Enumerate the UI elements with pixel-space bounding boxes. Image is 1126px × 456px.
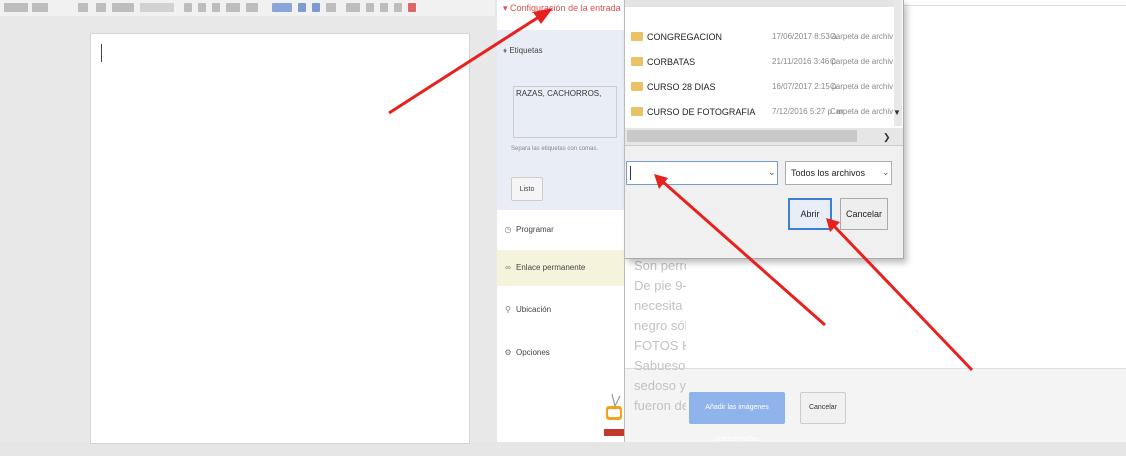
toolbar-button[interactable]	[326, 3, 336, 12]
done-button[interactable]: Listo	[511, 177, 543, 201]
toolbar-button[interactable]	[184, 3, 192, 12]
scroll-right-icon[interactable]: ❯	[883, 132, 891, 143]
text-caret	[630, 166, 631, 180]
toolbar-button[interactable]	[298, 3, 306, 12]
folder-icon	[631, 82, 643, 91]
folder-icon	[631, 32, 643, 41]
editor-toolbar	[0, 0, 495, 17]
sidebar-item-schedule[interactable]: ◷ Programar	[497, 212, 625, 248]
toolbar-button[interactable]	[226, 3, 240, 12]
add-selected-images-button[interactable]: Añadir las imágenes seleccionadas	[689, 392, 785, 443]
toolbar-button[interactable]	[272, 3, 292, 12]
list-item[interactable]: CORBATAS 21/11/2016 3:46 p. Carpeta de a…	[625, 51, 895, 75]
sidebar-item-location[interactable]: ⚲ Ubicación	[497, 292, 625, 328]
labels-hint: Separa las etiquetas con comas.	[511, 146, 599, 152]
open-button[interactable]: Abrir	[788, 198, 832, 230]
location-pin-icon: ⚲	[505, 305, 511, 314]
labels-heading[interactable]: ♦ Etiquetas	[503, 46, 543, 55]
toolbar-button[interactable]	[78, 3, 88, 12]
toolbar-button[interactable]	[380, 3, 388, 12]
toolbar-button[interactable]	[246, 3, 258, 12]
gear-icon: ⚙	[504, 348, 512, 357]
link-icon: ∞	[505, 263, 511, 272]
scroll-down-icon[interactable]: ▼	[893, 108, 901, 117]
toolbar-button[interactable]	[312, 3, 320, 12]
toolbar-button[interactable]	[112, 3, 134, 12]
scrollbar-thumb[interactable]	[627, 130, 857, 142]
post-preview-text: Son perro De pie 9- necesita s negro sól…	[634, 258, 686, 413]
toolbar-button[interactable]	[4, 3, 28, 12]
toolbar-button[interactable]	[198, 3, 206, 12]
post-settings-link[interactable]: ▾ Configuración de la entrada	[503, 3, 621, 14]
filename-input[interactable]	[626, 161, 778, 185]
pane-divider	[624, 0, 625, 442]
toolbar-button[interactable]	[408, 3, 416, 12]
folder-icon	[631, 57, 643, 66]
toolbar-button[interactable]	[32, 3, 48, 12]
sidebar-item-options[interactable]: ⚙ Opciones	[497, 335, 625, 371]
toolbar-button[interactable]	[96, 3, 106, 12]
file-type-select[interactable]: Todos los archivos	[785, 161, 892, 185]
toolbar-button[interactable]	[140, 3, 174, 12]
list-item-partial	[625, 0, 895, 7]
dialog-cancel-button[interactable]: Cancelar	[840, 198, 888, 230]
post-body-editor[interactable]	[90, 33, 470, 444]
channel-logo-icon	[604, 393, 624, 436]
list-item[interactable]: CURSO DE FOTOGRAFIA 7/12/2016 5:27 p. m.…	[625, 101, 895, 125]
picker-cancel-button[interactable]: Cancelar	[800, 392, 846, 424]
toolbar-button[interactable]	[366, 3, 374, 12]
list-item[interactable]: CONGREGACION 17/06/2017 8:53 a. Carpeta …	[625, 26, 895, 50]
text-caret	[101, 44, 102, 62]
folder-icon	[631, 107, 643, 116]
list-item[interactable]: CURSO 28 DIAS 16/07/2017 2:15 p. Carpeta…	[625, 76, 895, 100]
caret-down-icon: ▾	[503, 3, 511, 13]
chevron-down-icon[interactable]: ⌄	[768, 167, 776, 178]
toolbar-button[interactable]	[212, 3, 220, 12]
labels-input[interactable]: RAZAS, CACHORROS,	[513, 86, 617, 138]
chevron-down-icon[interactable]: ⌄	[882, 167, 890, 178]
toolbar-button[interactable]	[394, 3, 402, 12]
sidebar-item-permalink[interactable]: ∞ Enlace permanente	[497, 250, 625, 286]
clock-icon: ◷	[504, 225, 512, 234]
toolbar-button[interactable]	[346, 3, 360, 12]
